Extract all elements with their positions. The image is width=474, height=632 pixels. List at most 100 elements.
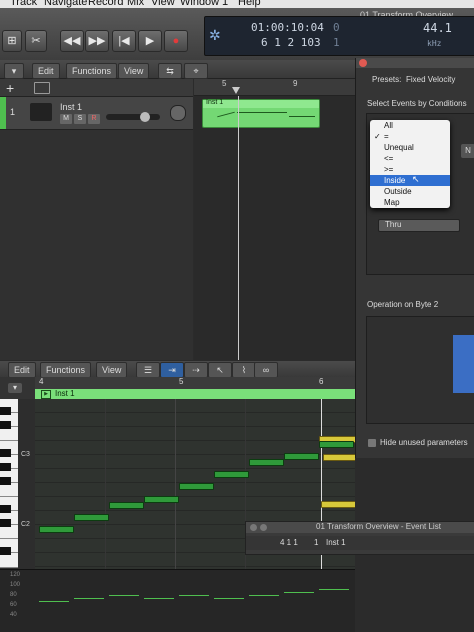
velocity-bar[interactable] xyxy=(109,594,139,596)
catch-playhead-icon[interactable]: ⇢ xyxy=(184,362,208,378)
piano-edit-menu[interactable]: Edit xyxy=(8,362,36,378)
tracks-toolbar: ▾ Edit Functions View ⇆ ⌖ xyxy=(0,60,355,79)
pan-knob[interactable] xyxy=(170,105,186,121)
track-header-toolbar: + xyxy=(0,79,193,97)
map-graph xyxy=(453,335,474,393)
region-play-icon[interactable]: ▶ xyxy=(41,390,51,399)
tracks-edit-menu[interactable]: Edit xyxy=(32,63,60,79)
menu-record[interactable]: Record xyxy=(88,0,123,8)
solo-button[interactable]: S xyxy=(74,114,86,124)
condition-side-button[interactable]: N xyxy=(461,144,474,158)
event-minimize-icon[interactable] xyxy=(260,524,267,531)
note-yellow-3[interactable] xyxy=(321,501,355,508)
event-close-icon[interactable] xyxy=(250,524,257,531)
velocity-bar[interactable] xyxy=(214,597,244,599)
midi-note[interactable] xyxy=(109,501,144,509)
velocity-bar[interactable] xyxy=(249,594,279,596)
pointer-tool-icon[interactable]: ⌖ xyxy=(184,63,208,79)
piano-keyboard[interactable]: C3 C2 xyxy=(0,399,35,569)
midi-note[interactable] xyxy=(179,483,214,491)
track-header[interactable]: 1 Inst 1 M S R xyxy=(0,97,193,130)
tracks-functions-menu[interactable]: Functions xyxy=(66,63,118,79)
collapse-icon[interactable]: ▾ xyxy=(4,63,24,79)
midi-note[interactable] xyxy=(74,513,109,521)
volume-slider-knob[interactable] xyxy=(140,112,150,122)
hide-unused-label: Hide unused parameters xyxy=(380,438,468,447)
option-all[interactable]: All xyxy=(370,120,450,131)
option-map[interactable]: Map xyxy=(370,197,450,208)
settings-gear-icon[interactable]: ✲ xyxy=(209,27,227,45)
playhead-icon[interactable] xyxy=(232,87,240,94)
global-tracks-icon[interactable] xyxy=(34,82,50,94)
piano-region-header[interactable]: ▶ Inst 1 xyxy=(35,389,355,399)
piano-roll-ruler[interactable]: 4 5 6 xyxy=(35,377,355,389)
library-icon[interactable]: ⊞ xyxy=(2,30,22,52)
midi-note[interactable] xyxy=(319,440,354,448)
velocity-lane[interactable]: 120 100 80 60 40 xyxy=(0,569,355,632)
velocity-bar[interactable] xyxy=(144,597,174,599)
presets-dropdown[interactable]: Fixed Velocity xyxy=(406,75,455,84)
ruler-bar-5: 5 xyxy=(222,79,227,88)
event-name: Inst 1 xyxy=(326,538,346,547)
velocity-bar[interactable] xyxy=(74,597,104,599)
option-less-equal[interactable]: <= xyxy=(370,153,450,164)
catch-icon[interactable]: ⇆ xyxy=(158,63,182,79)
option-outside[interactable]: Outside xyxy=(370,186,450,197)
track-color-strip xyxy=(0,97,6,129)
menu-mix[interactable]: Mix xyxy=(127,0,144,8)
tracks-area[interactable]: Inst 1 xyxy=(194,96,355,360)
checkmark-icon: ✓ xyxy=(374,132,381,141)
fast-forward-icon[interactable]: ▶▶ xyxy=(85,30,109,52)
menu-help[interactable]: Help xyxy=(238,0,261,8)
chain-icon[interactable]: ∞ xyxy=(254,362,278,378)
midi-note[interactable] xyxy=(39,526,74,533)
volume-slider[interactable] xyxy=(106,112,160,122)
condition-popup-menu[interactable]: All ✓ = Unequal <= >= Inside ↖ Outside Map xyxy=(370,120,450,208)
velocity-bar[interactable] xyxy=(319,588,349,590)
view-toggle-icon[interactable]: ▾ xyxy=(8,383,22,393)
menu-navigate[interactable]: Navigate xyxy=(44,0,87,8)
option-equal[interactable]: ✓ = xyxy=(370,131,450,142)
add-track-icon[interactable]: + xyxy=(6,80,14,96)
record-icon[interactable]: ● xyxy=(164,30,188,52)
menu-track[interactable]: Track xyxy=(10,0,37,8)
velocity-tick-100: 100 xyxy=(10,582,21,588)
track-name[interactable]: Inst 1 xyxy=(60,102,82,112)
rewind-icon[interactable]: ◀◀ xyxy=(60,30,84,52)
option-inside[interactable]: Inside ↖ xyxy=(370,174,450,186)
track-region[interactable]: Inst 1 xyxy=(202,99,320,128)
midi-note[interactable] xyxy=(249,458,284,466)
thru-dropdown[interactable]: Thru xyxy=(378,219,460,232)
midi-note[interactable] xyxy=(284,452,319,460)
tracks-view-menu[interactable]: View xyxy=(118,63,150,79)
option-unequal[interactable]: Unequal xyxy=(370,142,450,153)
menu-view[interactable]: View xyxy=(151,0,175,8)
record-enable-button[interactable]: R xyxy=(88,114,100,124)
inspector-icon[interactable]: ✂ xyxy=(25,30,47,52)
pointer-icon[interactable]: ↖ xyxy=(208,362,232,378)
piano-roll-corner: ▾ xyxy=(0,377,35,399)
midi-in-icon[interactable]: ☰ xyxy=(136,362,160,378)
option-greater-equal[interactable]: >= xyxy=(370,164,450,175)
operation-map[interactable] xyxy=(366,316,474,424)
hide-unused-checkbox[interactable] xyxy=(368,439,376,447)
note-yellow-2[interactable] xyxy=(323,454,355,461)
snap-icon[interactable]: ⌇ xyxy=(232,362,256,378)
to-start-icon[interactable]: |◀ xyxy=(112,30,136,52)
mute-button[interactable]: M xyxy=(60,114,72,124)
piano-view-menu[interactable]: View xyxy=(96,362,128,378)
velocity-bar[interactable] xyxy=(179,594,209,596)
midi-note[interactable] xyxy=(214,471,249,479)
velocity-bars[interactable] xyxy=(35,570,355,632)
play-icon[interactable]: ▶ xyxy=(138,30,162,52)
close-icon[interactable] xyxy=(359,59,367,67)
menu-one[interactable]: 1 xyxy=(222,0,228,8)
menu-window[interactable]: Window xyxy=(180,0,219,8)
event-row[interactable]: 4 1 1 1 Inst 1 xyxy=(246,536,474,550)
velocity-bar[interactable] xyxy=(39,601,69,602)
tracks-ruler[interactable]: 5 9 xyxy=(194,79,355,96)
link-region-icon[interactable]: ⇥ xyxy=(160,362,184,378)
midi-note[interactable] xyxy=(144,495,179,503)
velocity-bar[interactable] xyxy=(284,591,314,593)
piano-functions-menu[interactable]: Functions xyxy=(40,362,92,378)
